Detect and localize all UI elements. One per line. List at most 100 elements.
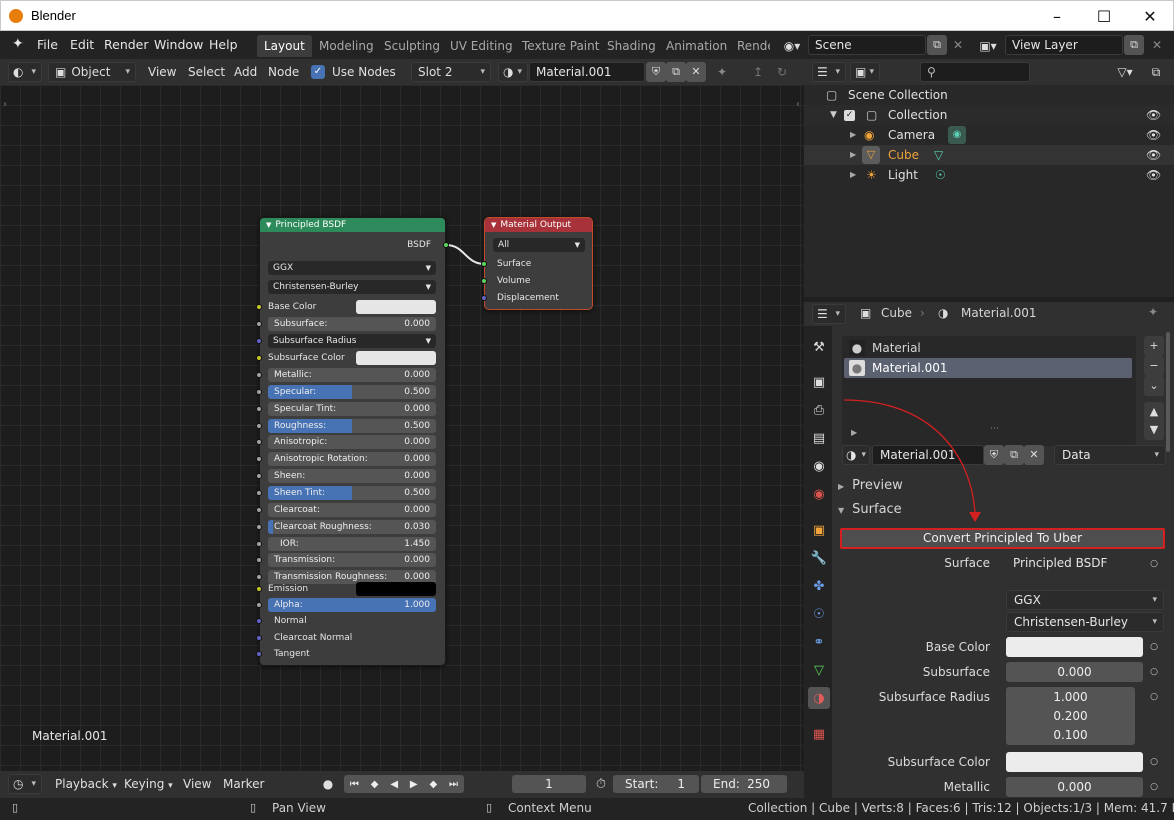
collapse-arrow-icon[interactable]: ▼ <box>830 105 837 125</box>
expand-arrow-icon[interactable]: ▶ <box>850 165 856 185</box>
current-frame-field[interactable]: 1 <box>512 775 586 793</box>
tab-animation[interactable]: Animation <box>659 35 734 57</box>
jump-end-icon[interactable]: ⏭ <box>449 779 458 790</box>
principled-slider[interactable]: Metallic: 0.000 <box>268 368 436 382</box>
alpha-socket[interactable] <box>256 602 262 608</box>
collection-row[interactable]: ▼ ✓ ▢ Collection 👁 <box>804 105 1174 125</box>
tab-rendering[interactable]: Rende <box>730 35 770 57</box>
principled-slider[interactable]: Specular Tint: 0.000 <box>268 401 436 416</box>
subsurface-socket[interactable] <box>256 321 262 327</box>
normal-socket[interactable] <box>256 618 262 624</box>
expand-arrow-icon[interactable]: ▶ <box>850 145 856 165</box>
menu-node[interactable]: Node <box>268 62 299 82</box>
slider-input-socket[interactable] <box>256 388 262 395</box>
timeline-view-menu[interactable]: View <box>183 774 211 794</box>
display-mode-dropdown[interactable]: ▣ ▾ <box>850 62 880 82</box>
menu-help[interactable]: Help <box>209 37 238 52</box>
principled-slider[interactable]: Sheen Tint: 0.500 <box>268 485 436 500</box>
base-color-swatch[interactable] <box>356 300 436 314</box>
prev-keyframe-icon[interactable]: ◆ <box>371 779 379 790</box>
visibility-eye-icon[interactable]: 👁 <box>1146 145 1161 165</box>
visibility-eye-icon[interactable]: 👁 <box>1146 105 1161 125</box>
pin-icon[interactable]: ✦ <box>1148 305 1158 319</box>
maximize-button[interactable]: ☐ <box>1081 1 1127 31</box>
slider-input-socket[interactable] <box>256 506 262 513</box>
bsdf-output-socket[interactable] <box>443 242 449 248</box>
close-window-button[interactable]: ✕ <box>1127 1 1173 31</box>
particles-tab-icon[interactable]: ✤ <box>808 575 830 597</box>
light-data-icon[interactable]: ☉ <box>935 165 946 185</box>
slider-input-socket[interactable] <box>256 473 262 480</box>
new-view-layer-icon[interactable]: ⧉ <box>1124 35 1144 55</box>
visibility-eye-icon[interactable]: 👁 <box>1146 165 1161 185</box>
delete-view-layer-icon[interactable]: ✕ <box>1148 35 1166 55</box>
node-editor-canvas[interactable]: › ‹ ▼ Principled BSDF BSDF GGX ▼ Christens… <box>0 85 804 771</box>
slider-input-socket[interactable] <box>256 422 262 429</box>
next-keyframe-icon[interactable]: ◆ <box>429 779 437 790</box>
tab-sculpting[interactable]: Sculpting <box>377 35 447 57</box>
timeline-editor-type-dropdown[interactable]: ◷ ▾ <box>8 774 42 794</box>
slider-input-socket[interactable] <box>256 456 262 463</box>
menu-view[interactable]: View <box>148 62 176 82</box>
collection-checkbox[interactable]: ✓ <box>844 110 855 121</box>
menu-edit[interactable]: Edit <box>70 37 94 52</box>
subsurface-radius-dropdown[interactable]: Subsurface Radius ▼ <box>268 334 436 348</box>
expand-arrow-icon[interactable]: ▶ <box>850 125 856 145</box>
scene-collection-row[interactable]: ▢ Scene Collection <box>804 85 1174 105</box>
playback-menu[interactable]: Playback ▾ <box>55 774 117 794</box>
principled-bsdf-header[interactable]: ▼ Principled BSDF <box>260 218 445 232</box>
view-layer-name-field[interactable]: View Layer <box>1005 35 1123 55</box>
principled-slider[interactable]: Anisotropic Rotation: 0.000 <box>268 452 436 467</box>
world-tab-icon[interactable]: ◉ <box>808 483 830 505</box>
slider-input-socket[interactable] <box>256 557 262 564</box>
stopwatch-icon[interactable]: ⏱ <box>592 775 610 793</box>
parent-node-tree-icon[interactable]: ↥ <box>748 62 768 82</box>
constraints-tab-icon[interactable]: ⚭ <box>808 631 830 653</box>
blender-menu-icon[interactable]: ✦ <box>12 36 24 52</box>
principled-slider[interactable]: Clearcoat: 0.000 <box>268 502 436 517</box>
tool-tab-icon[interactable]: ⚒ <box>808 336 830 358</box>
jump-start-icon[interactable]: ⏮ <box>350 779 359 790</box>
menu-select[interactable]: Select <box>188 62 225 82</box>
fake-user-shield-icon[interactable]: ⛨ <box>646 62 666 82</box>
marker-menu[interactable]: Marker <box>223 774 264 794</box>
material-browse-dropdown[interactable]: ◑ ▾ <box>498 62 528 82</box>
mesh-data-icon[interactable]: ▽ <box>934 145 943 165</box>
view-layer-browse-icon[interactable]: ▣▾ <box>975 36 1001 56</box>
menu-add[interactable]: Add <box>234 62 257 82</box>
tab-shading[interactable]: Shading <box>600 35 663 57</box>
start-frame-field[interactable]: Start: 1 <box>613 775 699 793</box>
render-tab-icon[interactable]: ▣ <box>808 371 830 393</box>
distribution-dropdown[interactable]: GGX ▼ <box>268 261 436 275</box>
camera-data-icon[interactable]: ◉ <box>948 126 966 144</box>
unlink-material-icon[interactable]: ✕ <box>686 62 706 82</box>
record-icon[interactable]: ● <box>319 775 337 793</box>
emission-swatch[interactable] <box>356 582 436 596</box>
material-name-field[interactable]: Material.001 <box>529 62 645 82</box>
alpha-slider[interactable]: Alpha: 1.000 <box>268 598 436 612</box>
material-output-header[interactable]: ▼ Material Output <box>485 218 592 232</box>
principled-slider[interactable]: Transmission: 0.000 <box>268 553 436 568</box>
data-tab-icon[interactable]: ▽ <box>808 659 830 681</box>
end-frame-field[interactable]: End: 250 <box>701 775 787 793</box>
tab-layout[interactable]: Layout <box>257 35 312 57</box>
emission-socket[interactable] <box>256 586 262 592</box>
slider-input-socket[interactable] <box>256 574 262 581</box>
displacement-input-socket[interactable] <box>481 295 487 301</box>
camera-row[interactable]: ▶ ◉ Camera ◉ 👁 <box>804 125 1174 145</box>
new-collection-icon[interactable]: ⧉ <box>1146 62 1166 82</box>
principled-slider[interactable]: Specular: 0.500 <box>268 384 436 399</box>
properties-editor-type-dropdown[interactable]: ☰ ▾ <box>812 304 846 324</box>
tab-modeling[interactable]: Modeling <box>312 35 381 57</box>
duplicate-material-icon[interactable]: ⧉ <box>666 62 686 82</box>
slider-input-socket[interactable] <box>256 405 262 412</box>
material-output-node[interactable]: ▼ Material Output All ▼ Surface Volume Dis… <box>481 217 593 310</box>
material-tab-icon[interactable]: ◑ <box>808 687 830 709</box>
view-layer-tab-icon[interactable]: ▤ <box>808 427 830 449</box>
slider-input-socket[interactable] <box>256 523 262 530</box>
output-target-dropdown[interactable]: All ▼ <box>493 238 585 252</box>
visibility-eye-icon[interactable]: 👁 <box>1146 125 1161 145</box>
scene-name-field[interactable]: Scene <box>808 35 926 55</box>
output-tab-icon[interactable]: ⎙ <box>808 399 830 421</box>
subsurface-slider[interactable]: Subsurface: 0.000 <box>268 317 436 331</box>
